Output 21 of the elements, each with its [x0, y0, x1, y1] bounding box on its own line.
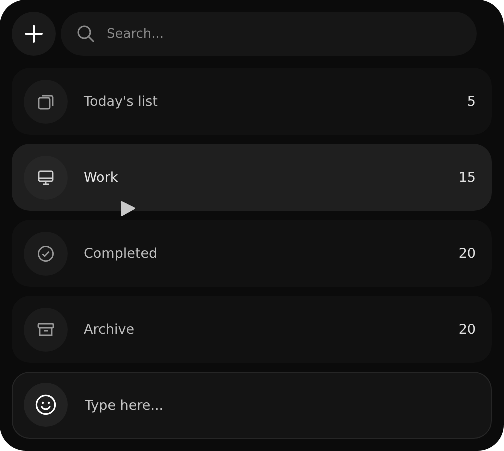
- list-item[interactable]: Today's list 5: [12, 68, 492, 135]
- list-name: Work: [84, 170, 120, 186]
- list-item[interactable]: Completed 20: [12, 220, 492, 287]
- check-circle-icon: [37, 244, 55, 262]
- item-count: 20: [458, 246, 476, 262]
- add-button[interactable]: [12, 12, 56, 56]
- item-count: 20: [458, 322, 476, 338]
- monitor-icon: [37, 168, 55, 186]
- list-name: Today's list: [84, 94, 159, 110]
- item-count: 15: [458, 170, 476, 186]
- list-name: Completed: [84, 246, 159, 262]
- list-item[interactable]: Work 15: [12, 144, 492, 211]
- message-field[interactable]: Type here...: [12, 372, 492, 439]
- search-field[interactable]: Search...: [61, 12, 477, 56]
- plus-icon: [24, 24, 44, 44]
- list-item[interactable]: Archive 20: [12, 296, 492, 363]
- stacked-pages-icon: [37, 92, 55, 110]
- cursor-icon: [119, 200, 137, 218]
- archive-box-icon: [37, 320, 55, 338]
- item-count: 5: [467, 94, 476, 110]
- list-name: Archive: [84, 322, 136, 338]
